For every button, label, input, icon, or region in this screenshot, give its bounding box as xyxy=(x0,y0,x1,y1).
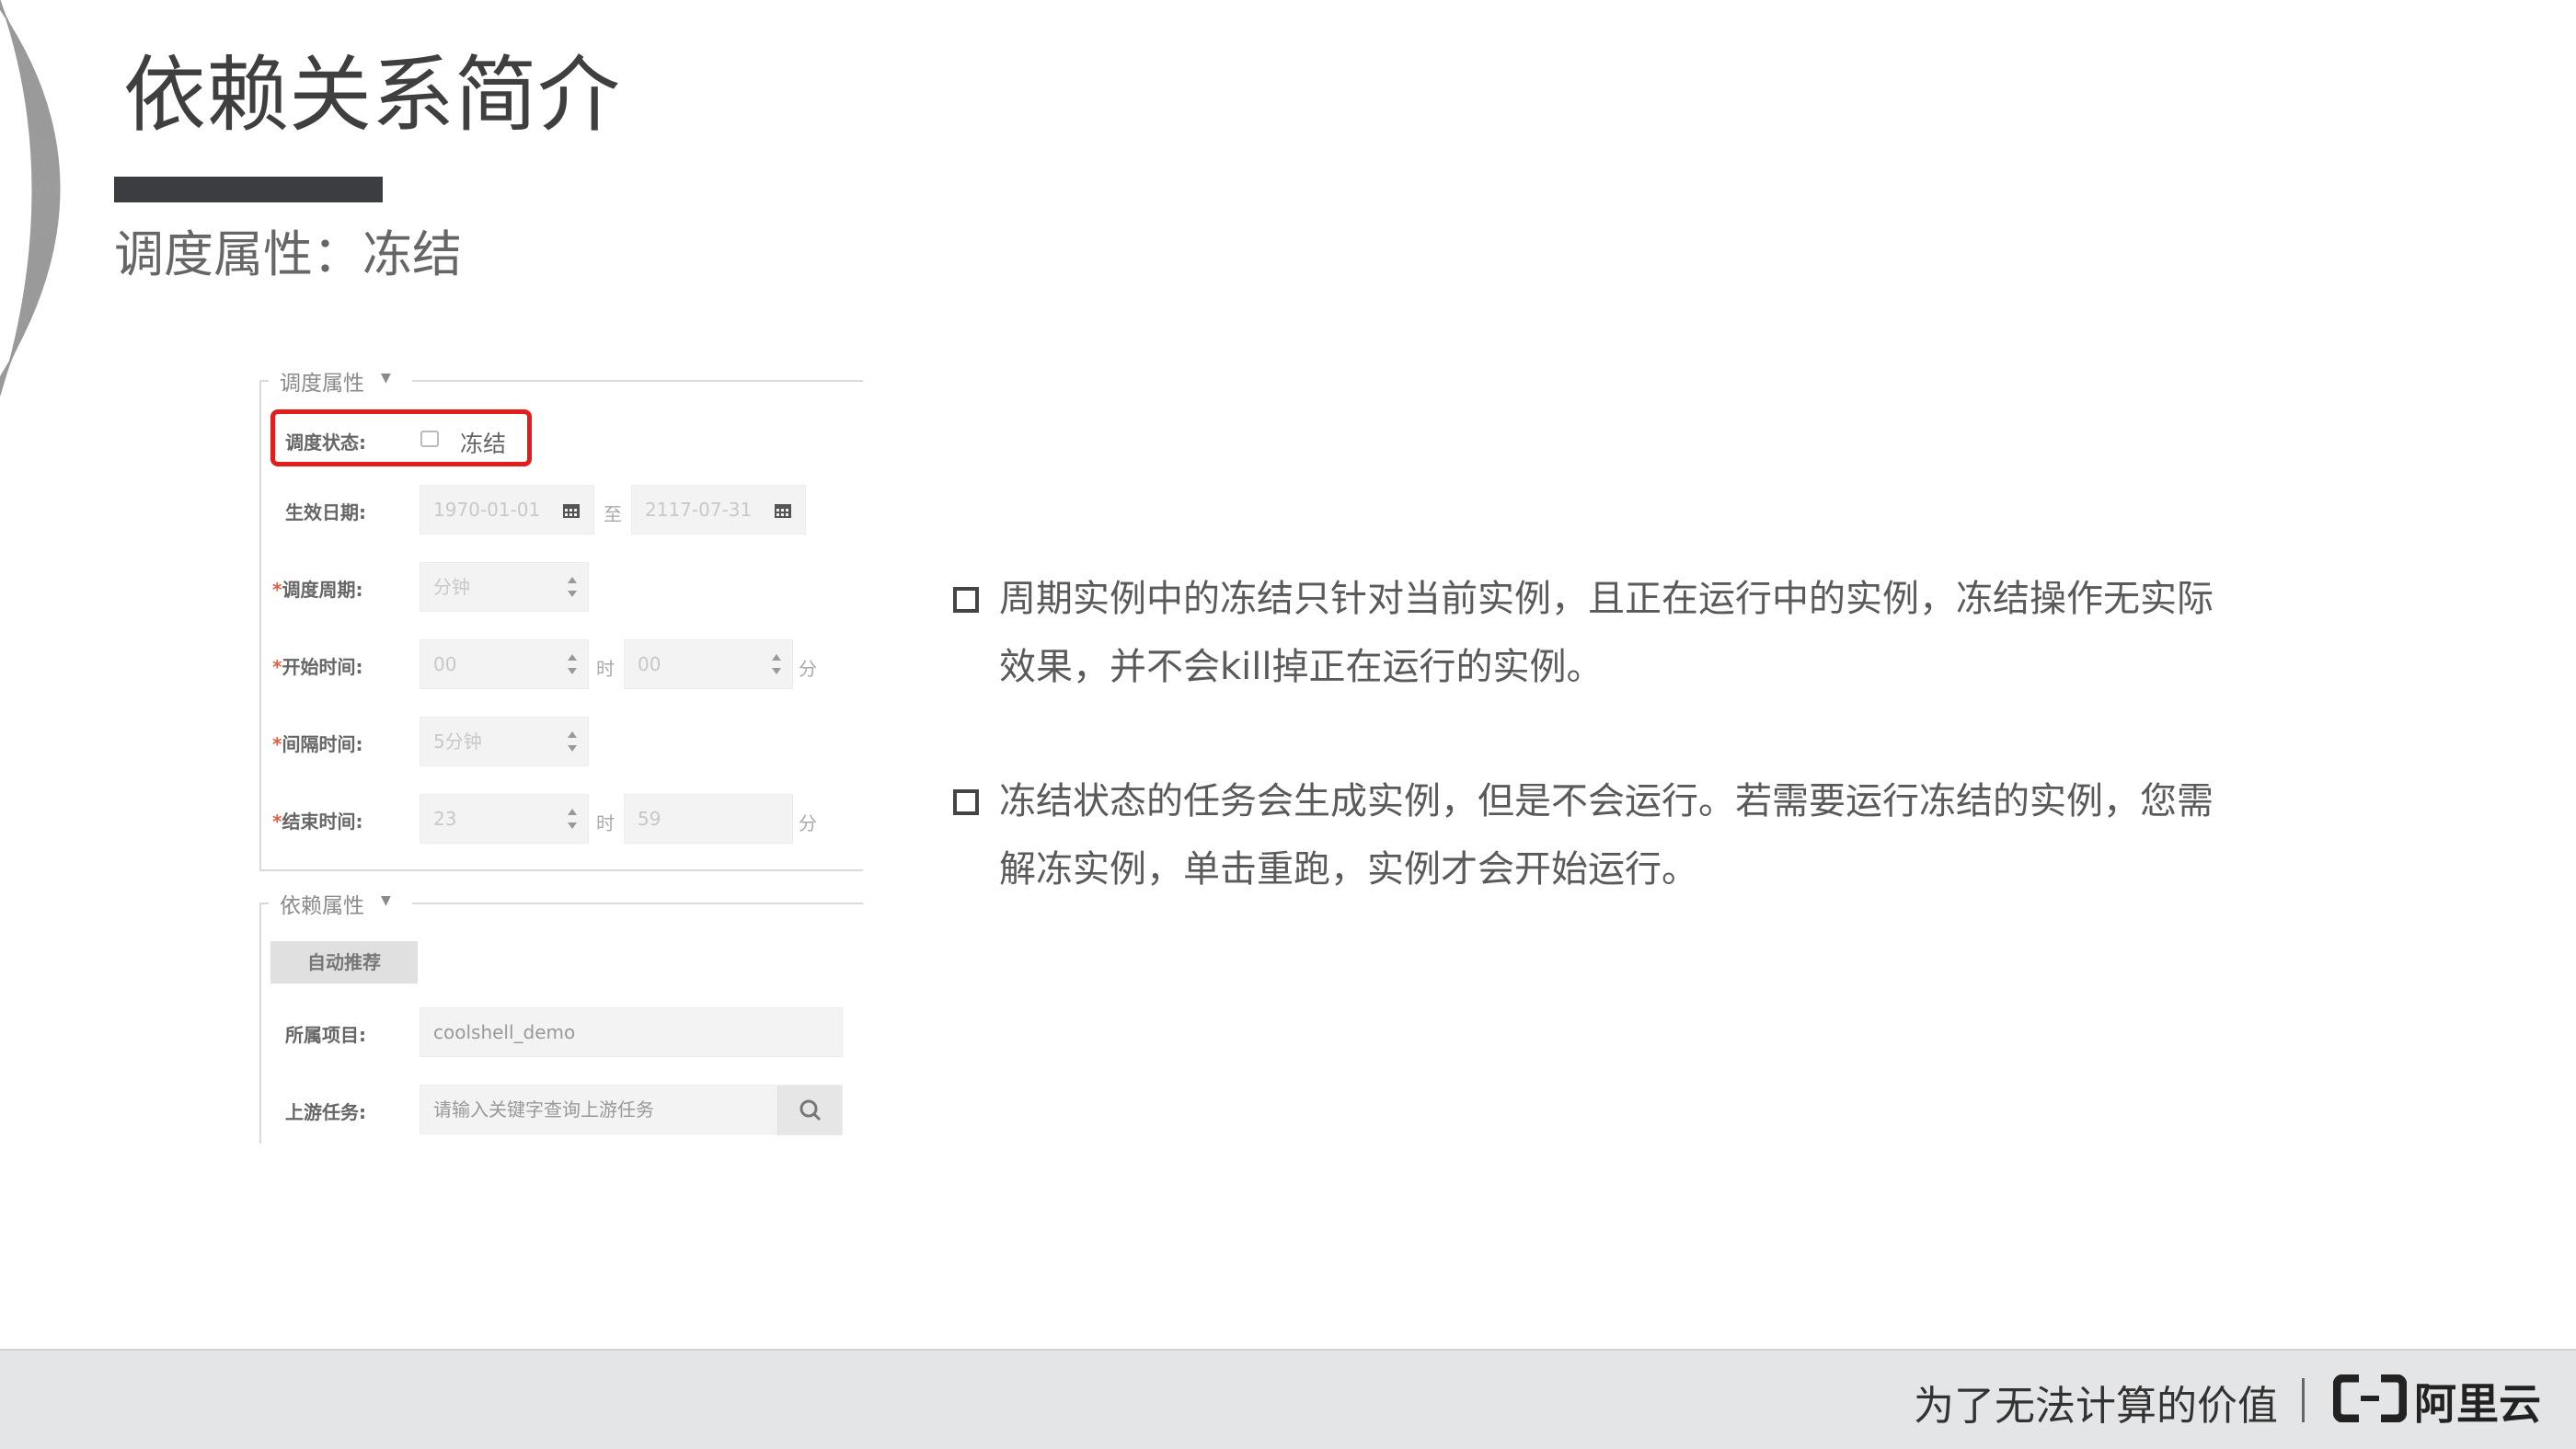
effective-date-label: 生效日期: xyxy=(285,501,366,523)
search-button[interactable] xyxy=(777,1086,842,1135)
page-title: 依赖关系简介 xyxy=(123,47,620,144)
caret-down-icon: ▼ xyxy=(381,893,391,908)
interval-label: *间隔时间: xyxy=(272,733,363,755)
bullet-item: 周期实例中的冻结只针对当前实例，且正在运行中的实例，冻结操作无实际效果，并不会k… xyxy=(953,565,2223,703)
footer-bar: 为了无法计算的价值 阿里云 xyxy=(0,1349,2576,1449)
minute-unit: 分 xyxy=(799,812,817,834)
project-field[interactable]: coolshell_demo xyxy=(420,1007,843,1057)
decorative-fan-graphic xyxy=(0,0,61,396)
spinner-icon[interactable] xyxy=(566,572,579,602)
aliyun-logo-icon xyxy=(2333,1374,2407,1422)
schedule-section-header[interactable]: 调度属性 ▼ xyxy=(259,363,863,397)
date-range-separator: 至 xyxy=(604,503,622,525)
effective-end-field[interactable]: 2117-07-31 xyxy=(631,485,806,535)
start-minute-field[interactable]: 00 xyxy=(624,639,793,689)
calendar-icon[interactable] xyxy=(774,502,792,519)
schedule-section-label: 调度属性 xyxy=(280,372,364,396)
effective-start-field[interactable]: 1970-01-01 xyxy=(420,485,594,535)
brand-name: 阿里云 xyxy=(2414,1379,2541,1429)
freeze-label: 冻结 xyxy=(460,431,507,457)
end-time-label: *结束时间: xyxy=(272,811,363,833)
start-hour-field[interactable]: 00 xyxy=(420,639,589,689)
footer-slogan: 为了无法计算的价值 xyxy=(1914,1383,2278,1430)
section-border-left xyxy=(259,903,261,1144)
schedule-form-screenshot: 调度属性 ▼ 调度状态: 冻结 生效日期: 1970-01-01 至 2117-… xyxy=(259,363,863,1144)
minute-unit: 分 xyxy=(799,658,817,680)
bullet-text: 冻结状态的任务会生成实例，但是不会运行。若需要运行冻结的实例，您需解冻实例，单击… xyxy=(999,780,2214,891)
dependency-section-header[interactable]: 依赖属性 ▼ xyxy=(259,886,863,919)
hour-unit: 时 xyxy=(596,812,615,834)
section-border-left xyxy=(259,380,261,871)
project-label: 所属项目: xyxy=(285,1024,366,1046)
freeze-checkbox[interactable] xyxy=(420,431,439,447)
bullet-text: 周期实例中的冻结只针对当前实例，且正在运行中的实例，冻结操作无实际效果，并不会k… xyxy=(999,578,2214,688)
square-bullet-icon xyxy=(953,789,979,815)
auto-recommend-button[interactable]: 自动推荐 xyxy=(270,941,418,983)
interval-select[interactable]: 5分钟 xyxy=(420,717,589,766)
end-minute-field[interactable]: 59 xyxy=(624,794,793,844)
caret-down-icon: ▼ xyxy=(381,371,391,385)
square-bullet-icon xyxy=(953,587,979,613)
spinner-icon[interactable] xyxy=(566,804,579,834)
cycle-label: *调度周期: xyxy=(272,579,363,601)
search-icon xyxy=(799,1099,822,1121)
end-hour-field[interactable]: 23 xyxy=(420,794,589,844)
section-border-bottom xyxy=(259,869,863,871)
page-subtitle: 调度属性：冻结 xyxy=(114,225,462,283)
start-time-label: *开始时间: xyxy=(272,656,363,678)
spinner-icon[interactable] xyxy=(566,727,579,756)
title-underline-bar xyxy=(114,177,383,202)
bullet-item: 冻结状态的任务会生成实例，但是不会运行。若需要运行冻结的实例，您需解冻实例，单击… xyxy=(953,767,2223,905)
spinner-icon[interactable] xyxy=(566,650,579,679)
calendar-icon[interactable] xyxy=(562,502,581,519)
status-label: 调度状态: xyxy=(285,431,366,454)
upstream-task-search-input[interactable]: 请输入关键字查询上游任务 xyxy=(420,1085,843,1135)
footer-divider xyxy=(2302,1378,2305,1422)
dependency-section-label: 依赖属性 xyxy=(280,894,364,918)
upstream-task-label: 上游任务: xyxy=(285,1101,366,1123)
spinner-icon[interactable] xyxy=(770,650,783,679)
hour-unit: 时 xyxy=(596,658,615,680)
cycle-select[interactable]: 分钟 xyxy=(420,562,589,612)
